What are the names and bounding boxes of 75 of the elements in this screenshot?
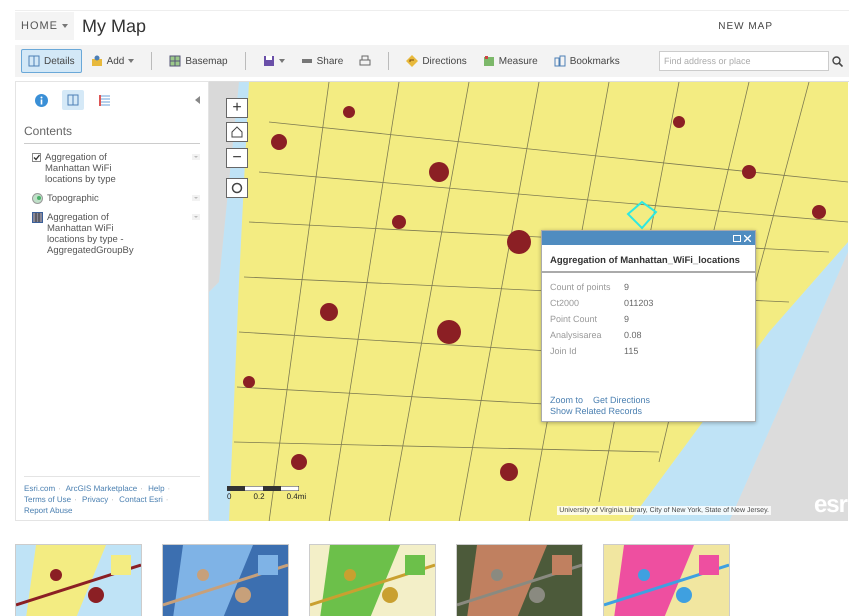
layer-name[interactable]: Aggregation of Manhattan WiFi locations by type - AggregatedGroupBy [47, 212, 147, 256]
scale-label: 0 [227, 492, 232, 501]
caret-icon [278, 59, 285, 63]
field-name: Join Id [550, 346, 578, 356]
footer-link[interactable]: Terms of Use [24, 495, 72, 504]
panel-tab[interactable] [62, 90, 84, 110]
zoom-in-button[interactable]: + [226, 98, 248, 118]
toolbar-button[interactable]: Share [294, 49, 350, 73]
field-name: Ct2000 [550, 298, 580, 308]
separator-dot: · [168, 484, 170, 493]
separator-dot: · [58, 484, 61, 493]
layer-name[interactable]: Topographic [47, 193, 107, 204]
scale-bar [227, 486, 299, 491]
field-value: 011203 [624, 298, 654, 308]
locate-button[interactable] [226, 178, 248, 198]
separator-dot: · [111, 495, 114, 504]
selection-outline [624, 200, 660, 230]
home-icon [231, 126, 243, 138]
home-button[interactable] [226, 122, 248, 142]
bookmark-icon [554, 55, 566, 67]
collapse-icon[interactable] [195, 96, 200, 104]
toolbar-button[interactable]: Measure [476, 49, 545, 73]
scale-label: 0.2 [253, 492, 265, 501]
field-value: 115 [624, 346, 638, 356]
popup-link[interactable]: Zoom to [550, 395, 584, 406]
globe-icon [32, 193, 43, 204]
contents-heading: Contents [24, 124, 200, 144]
field-name: Point Count [550, 314, 598, 324]
locate-icon [231, 182, 243, 194]
footer-link[interactable]: Report Abuse [24, 506, 72, 515]
scale-label: 0.4mi [286, 492, 306, 501]
separator-dot: · [74, 495, 77, 504]
separator-dot: · [166, 495, 168, 504]
folder-plus-icon [90, 55, 103, 67]
popup-link[interactable]: Show Related Records [550, 406, 642, 417]
layer-name[interactable]: Aggregation of Manhattan WiFi locations by type [45, 152, 145, 185]
footer-link[interactable]: Contact Esri [119, 495, 163, 504]
maximize-icon[interactable] [733, 234, 741, 242]
print-icon [359, 55, 372, 67]
search-field[interactable]: Find address or place [659, 51, 829, 71]
directions-icon [406, 55, 418, 67]
home-menu[interactable]: HOME [15, 12, 74, 40]
grid-icon [169, 55, 182, 67]
toolbar-button[interactable]: Bookmarks [546, 49, 627, 73]
toolbar-button[interactable]: Basemap [162, 49, 235, 73]
panel-icon [28, 55, 40, 67]
popup-link[interactable]: Get Directions [593, 395, 650, 406]
search-icon [832, 56, 843, 66]
measure-icon [482, 55, 495, 67]
footer-link[interactable]: Help [148, 484, 165, 493]
new-map-button[interactable]: NEW MAP [712, 20, 779, 32]
map-title: My Map [82, 16, 146, 36]
field-value: 9 [624, 314, 630, 324]
zoom-out-button[interactable]: − [226, 148, 248, 168]
toolbar-button[interactable]: Details [21, 49, 82, 73]
toolbar-button[interactable]: Directions [399, 49, 474, 73]
field-name: Analysisarea [550, 330, 603, 340]
table-icon [32, 212, 43, 223]
field-name: Count of points [550, 282, 612, 292]
panel-icon [67, 94, 79, 106]
field-value: 9 [624, 282, 630, 292]
footer-link[interactable]: Privacy [82, 495, 108, 504]
popup-title: Aggregation of Manhattan_WiFi_locations [542, 245, 755, 273]
separator-dot: · [140, 484, 143, 493]
toolbar-button[interactable]: Add [84, 49, 142, 73]
field-value: 0.08 [624, 330, 642, 340]
info-icon [34, 94, 48, 106]
footer-link[interactable]: Esri.com [24, 484, 56, 493]
checkbox[interactable] [32, 153, 41, 162]
footer-link[interactable]: ArcGIS Marketplace [66, 484, 138, 493]
save-icon [262, 55, 275, 67]
caret-icon [62, 24, 68, 28]
caret-icon [128, 59, 134, 63]
close-icon[interactable] [744, 234, 751, 242]
legend-icon [99, 94, 111, 106]
